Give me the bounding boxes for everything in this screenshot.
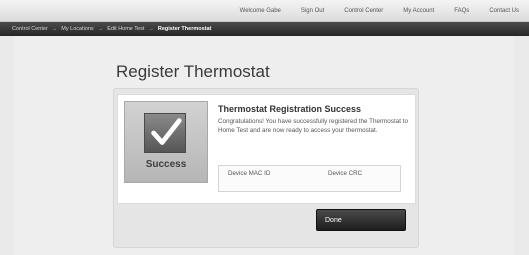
done-button[interactable]: Done <box>316 209 406 231</box>
checkmark-icon <box>144 113 186 153</box>
page-title: Register Thermostat <box>116 62 270 81</box>
top-nav: Welcome Gabe Sign Out Control Center My … <box>0 0 529 22</box>
device-mac-id-label: Device MAC ID <box>228 170 271 177</box>
breadcrumb: Control Center → My Locations → Edit Hom… <box>0 22 529 36</box>
breadcrumb-separator: → <box>148 26 154 32</box>
breadcrumb-control-center[interactable]: Control Center <box>12 26 48 32</box>
my-account-link[interactable]: My Account <box>393 8 444 14</box>
message-body: Congratulations! You have successfully r… <box>218 118 408 134</box>
breadcrumb-separator: → <box>51 26 58 32</box>
device-crc-label: Device CRC <box>328 170 363 177</box>
message-title: Thermostat Registration Success <box>218 104 362 114</box>
contact-us-link[interactable]: Contact Us <box>479 8 529 14</box>
breadcrumb-my-locations[interactable]: My Locations <box>61 26 93 32</box>
success-label: Success <box>145 159 187 170</box>
breadcrumb-edit-home-test[interactable]: Edit Home Test <box>107 26 144 32</box>
control-center-link[interactable]: Control Center <box>334 8 393 14</box>
faqs-link[interactable]: FAQs <box>444 8 479 14</box>
breadcrumb-register-thermostat: Register Thermostat <box>157 26 212 32</box>
welcome-user-link[interactable]: Welcome Gabe <box>230 8 291 14</box>
sign-out-link[interactable]: Sign Out <box>291 8 334 14</box>
top-nav-links: Welcome Gabe Sign Out Control Center My … <box>230 0 529 22</box>
breadcrumb-separator: → <box>97 26 104 32</box>
